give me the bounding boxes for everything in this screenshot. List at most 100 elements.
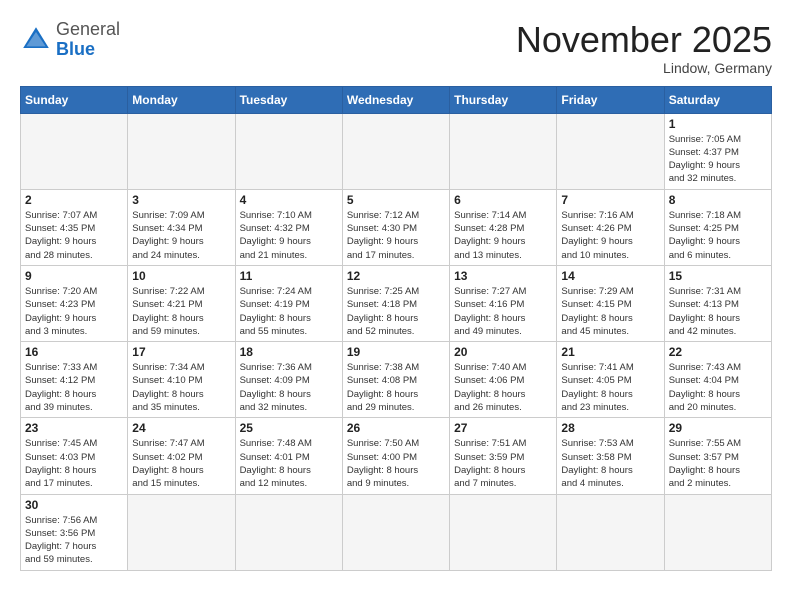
day-cell-18: 18Sunrise: 7:36 AM Sunset: 4:09 PM Dayli… — [235, 342, 342, 418]
day-cell-22: 22Sunrise: 7:43 AM Sunset: 4:04 PM Dayli… — [664, 342, 771, 418]
day-cell-4: 4 Sunrise: 7:10 AM Sunset: 4:32 PM Daylig… — [235, 189, 342, 265]
day-number: 10 — [132, 269, 230, 283]
logo-icon — [20, 24, 52, 56]
calendar-row: 2 Sunrise: 7:07 AM Sunset: 4:35 PM Daylig… — [21, 189, 772, 265]
day-number: 28 — [561, 421, 659, 435]
day-cell-9: 9 Sunrise: 7:20 AM Sunset: 4:23 PM Daylig… — [21, 265, 128, 341]
empty-cell — [450, 494, 557, 570]
day-number: 12 — [347, 269, 445, 283]
weekday-header-sunday: Sunday — [21, 86, 128, 113]
day-cell-10: 10Sunrise: 7:22 AM Sunset: 4:21 PM Dayli… — [128, 265, 235, 341]
calendar-row: 1 Sunrise: 7:05 AM Sunset: 4:37 PM Daylig… — [21, 113, 772, 189]
day-cell-15: 15 Sunrise: 7:31 AM Sunset: 4:13 PM Dayli… — [664, 265, 771, 341]
day-number: 1 — [669, 117, 767, 131]
calendar: SundayMondayTuesdayWednesdayThursdayFrid… — [20, 86, 772, 571]
day-number: 18 — [240, 345, 338, 359]
day-number: 7 — [561, 193, 659, 207]
day-info: Sunrise: 7:51 AM Sunset: 3:59 PM Dayligh… — [454, 437, 552, 490]
day-info: Sunrise: 7:25 AM Sunset: 4:18 PM Dayligh… — [347, 285, 445, 338]
day-info: Sunrise: 7:34 AM Sunset: 4:10 PM Dayligh… — [132, 361, 230, 414]
day-info: Sunrise: 7:05 AM Sunset: 4:37 PM Dayligh… — [669, 133, 767, 186]
day-cell-19: 19Sunrise: 7:38 AM Sunset: 4:08 PM Dayli… — [342, 342, 449, 418]
weekday-header-saturday: Saturday — [664, 86, 771, 113]
day-cell-13: 13 Sunrise: 7:27 AM Sunset: 4:16 PM Dayli… — [450, 265, 557, 341]
day-cell-25: 25Sunrise: 7:48 AM Sunset: 4:01 PM Dayli… — [235, 418, 342, 494]
day-number: 9 — [25, 269, 123, 283]
day-cell-30: 30 Sunrise: 7:56 AM Sunset: 3:56 PM Dayli… — [21, 494, 128, 570]
day-number: 2 — [25, 193, 123, 207]
calendar-row: 30 Sunrise: 7:56 AM Sunset: 3:56 PM Dayli… — [21, 494, 772, 570]
day-cell-21: 21 Sunrise: 7:41 AM Sunset: 4:05 PM Dayli… — [557, 342, 664, 418]
day-info: Sunrise: 7:12 AM Sunset: 4:30 PM Dayligh… — [347, 209, 445, 262]
logo-text: General Blue — [56, 20, 120, 60]
day-number: 27 — [454, 421, 552, 435]
day-info: Sunrise: 7:40 AM Sunset: 4:06 PM Dayligh… — [454, 361, 552, 414]
day-info: Sunrise: 7:33 AM Sunset: 4:12 PM Dayligh… — [25, 361, 123, 414]
day-info: Sunrise: 7:16 AM Sunset: 4:26 PM Dayligh… — [561, 209, 659, 262]
day-number: 21 — [561, 345, 659, 359]
empty-cell — [557, 494, 664, 570]
day-info: Sunrise: 7:09 AM Sunset: 4:34 PM Dayligh… — [132, 209, 230, 262]
day-info: Sunrise: 7:53 AM Sunset: 3:58 PM Dayligh… — [561, 437, 659, 490]
day-cell-12: 12 Sunrise: 7:25 AM Sunset: 4:18 PM Dayli… — [342, 265, 449, 341]
day-info: Sunrise: 7:38 AM Sunset: 4:08 PM Dayligh… — [347, 361, 445, 414]
empty-cell — [235, 494, 342, 570]
day-info: Sunrise: 7:55 AM Sunset: 3:57 PM Dayligh… — [669, 437, 767, 490]
weekday-header-tuesday: Tuesday — [235, 86, 342, 113]
day-info: Sunrise: 7:27 AM Sunset: 4:16 PM Dayligh… — [454, 285, 552, 338]
day-info: Sunrise: 7:31 AM Sunset: 4:13 PM Dayligh… — [669, 285, 767, 338]
day-info: Sunrise: 7:20 AM Sunset: 4:23 PM Dayligh… — [25, 285, 123, 338]
weekday-header-wednesday: Wednesday — [342, 86, 449, 113]
day-cell-16: 16Sunrise: 7:33 AM Sunset: 4:12 PM Dayli… — [21, 342, 128, 418]
day-info: Sunrise: 7:48 AM Sunset: 4:01 PM Dayligh… — [240, 437, 338, 490]
day-cell-11: 11 Sunrise: 7:24 AM Sunset: 4:19 PM Dayli… — [235, 265, 342, 341]
month-title: November 2025 — [516, 20, 772, 60]
day-number: 8 — [669, 193, 767, 207]
empty-cell — [128, 494, 235, 570]
day-info: Sunrise: 7:56 AM Sunset: 3:56 PM Dayligh… — [25, 514, 123, 567]
day-number: 4 — [240, 193, 338, 207]
day-number: 26 — [347, 421, 445, 435]
day-info: Sunrise: 7:45 AM Sunset: 4:03 PM Dayligh… — [25, 437, 123, 490]
day-cell-8: 8Sunrise: 7:18 AM Sunset: 4:25 PM Daylig… — [664, 189, 771, 265]
empty-cell — [450, 113, 557, 189]
day-number: 24 — [132, 421, 230, 435]
day-number: 13 — [454, 269, 552, 283]
day-info: Sunrise: 7:41 AM Sunset: 4:05 PM Dayligh… — [561, 361, 659, 414]
empty-cell — [342, 113, 449, 189]
day-number: 3 — [132, 193, 230, 207]
day-info: Sunrise: 7:43 AM Sunset: 4:04 PM Dayligh… — [669, 361, 767, 414]
day-cell-20: 20 Sunrise: 7:40 AM Sunset: 4:06 PM Dayli… — [450, 342, 557, 418]
day-number: 15 — [669, 269, 767, 283]
day-info: Sunrise: 7:24 AM Sunset: 4:19 PM Dayligh… — [240, 285, 338, 338]
calendar-row: 9 Sunrise: 7:20 AM Sunset: 4:23 PM Daylig… — [21, 265, 772, 341]
calendar-row: 23 Sunrise: 7:45 AM Sunset: 4:03 PM Dayli… — [21, 418, 772, 494]
day-info: Sunrise: 7:14 AM Sunset: 4:28 PM Dayligh… — [454, 209, 552, 262]
day-cell-28: 28 Sunrise: 7:53 AM Sunset: 3:58 PM Dayli… — [557, 418, 664, 494]
day-number: 23 — [25, 421, 123, 435]
day-cell-26: 26Sunrise: 7:50 AM Sunset: 4:00 PM Dayli… — [342, 418, 449, 494]
location: Lindow, Germany — [516, 60, 772, 76]
empty-cell — [557, 113, 664, 189]
day-info: Sunrise: 7:29 AM Sunset: 4:15 PM Dayligh… — [561, 285, 659, 338]
page-header: General Blue November 2025 Lindow, Germa… — [20, 20, 772, 76]
day-number: 11 — [240, 269, 338, 283]
weekday-header-friday: Friday — [557, 86, 664, 113]
day-cell-7: 7 Sunrise: 7:16 AM Sunset: 4:26 PM Daylig… — [557, 189, 664, 265]
day-cell-1: 1 Sunrise: 7:05 AM Sunset: 4:37 PM Daylig… — [664, 113, 771, 189]
day-info: Sunrise: 7:10 AM Sunset: 4:32 PM Dayligh… — [240, 209, 338, 262]
calendar-row: 16Sunrise: 7:33 AM Sunset: 4:12 PM Dayli… — [21, 342, 772, 418]
day-number: 30 — [25, 498, 123, 512]
empty-cell — [21, 113, 128, 189]
day-number: 20 — [454, 345, 552, 359]
day-cell-3: 3 Sunrise: 7:09 AM Sunset: 4:34 PM Daylig… — [128, 189, 235, 265]
day-number: 17 — [132, 345, 230, 359]
day-cell-17: 17 Sunrise: 7:34 AM Sunset: 4:10 PM Dayli… — [128, 342, 235, 418]
day-cell-14: 14Sunrise: 7:29 AM Sunset: 4:15 PM Dayli… — [557, 265, 664, 341]
weekday-header-monday: Monday — [128, 86, 235, 113]
empty-cell — [128, 113, 235, 189]
day-info: Sunrise: 7:07 AM Sunset: 4:35 PM Dayligh… — [25, 209, 123, 262]
day-cell-29: 29Sunrise: 7:55 AM Sunset: 3:57 PM Dayli… — [664, 418, 771, 494]
day-cell-5: 5Sunrise: 7:12 AM Sunset: 4:30 PM Daylig… — [342, 189, 449, 265]
day-info: Sunrise: 7:47 AM Sunset: 4:02 PM Dayligh… — [132, 437, 230, 490]
